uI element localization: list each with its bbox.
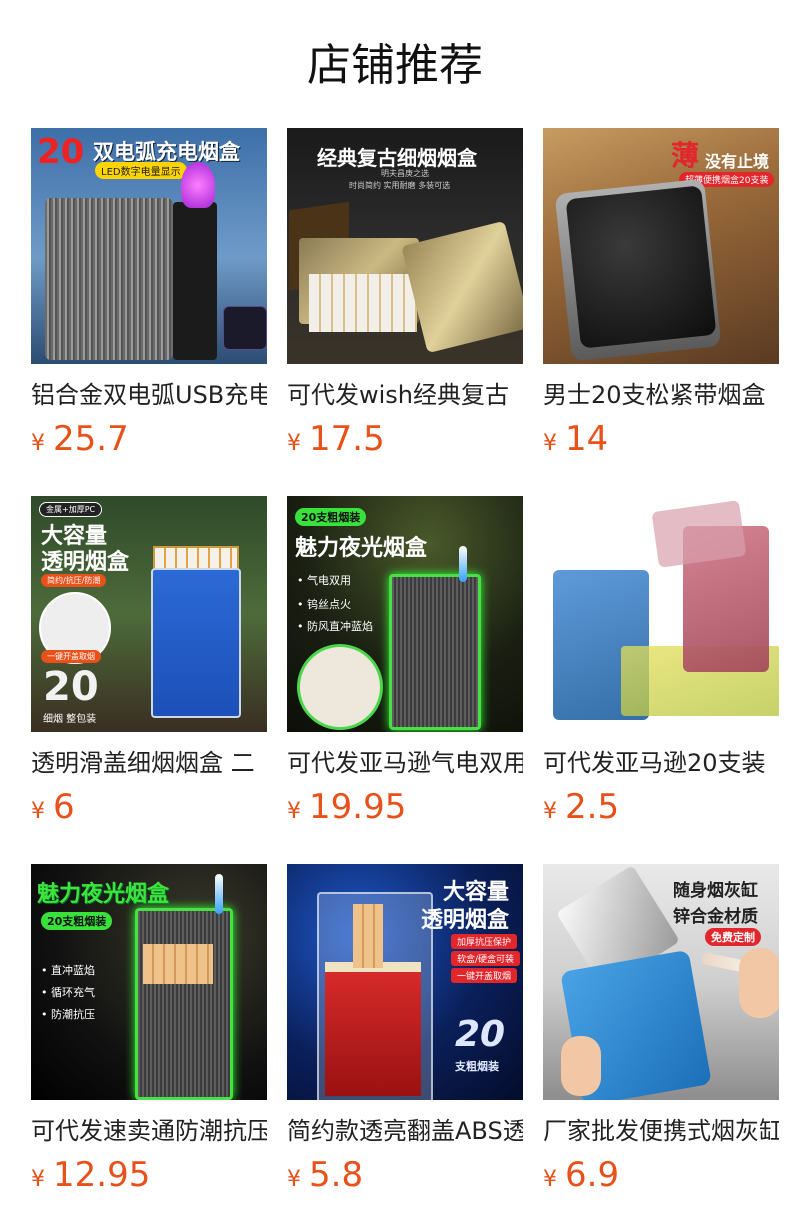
product-name[interactable]: 可代发亚马逊气电双用: [287, 746, 523, 780]
product-image[interactable]: 魅力夜光烟盒 20支粗烟装 • 直冲蓝焰 • 循环充气 • 防潮抗压: [31, 864, 267, 1100]
product-price: ¥5.8: [287, 1155, 364, 1195]
product-name[interactable]: 可代发亚马逊20支装: [543, 746, 779, 780]
product-card[interactable]: 20 双电弧充电烟盒 LED数字电量显示 铝合金双电弧USB充电 ¥25.7: [31, 128, 267, 468]
product-name[interactable]: 透明滑盖细烟烟盒 二: [31, 746, 267, 780]
product-name[interactable]: 铝合金双电弧USB充电: [31, 378, 267, 412]
product-price: ¥19.95: [287, 787, 407, 827]
product-card[interactable]: 魅力夜光烟盒 20支粗烟装 • 直冲蓝焰 • 循环充气 • 防潮抗压 可代发速卖…: [31, 864, 267, 1204]
product-image[interactable]: 薄 没有止境 超薄便携烟盒20支装: [543, 128, 779, 364]
product-name[interactable]: 男士20支松紧带烟盒: [543, 378, 779, 412]
product-name[interactable]: 可代发wish经典复古: [287, 378, 523, 412]
product-price: ¥2.5: [543, 787, 620, 827]
product-card[interactable]: 经典复古细烟烟盒 明夫昌庚之选 时尚简约 实用耐磨 多装可选 可代发wish经典…: [287, 128, 523, 468]
product-card[interactable]: 可代发亚马逊20支装 ¥2.5: [543, 496, 779, 836]
product-card[interactable]: 随身烟灰缸 锌合金材质 免费定制 厂家批发便携式烟灰缸 ¥6.9: [543, 864, 779, 1204]
product-card[interactable]: 大容量 透明烟盒 加厚抗压保护 软盒/硬盒可装 一键开盖取烟 20 支粗烟装 简…: [287, 864, 523, 1204]
product-image[interactable]: [543, 496, 779, 732]
product-price: ¥6: [31, 787, 75, 827]
page-title: 店铺推荐: [307, 40, 483, 91]
product-price: ¥6.9: [543, 1155, 620, 1195]
product-price: ¥17.5: [287, 419, 385, 459]
product-name[interactable]: 厂家批发便携式烟灰缸: [543, 1114, 779, 1148]
product-image[interactable]: 金属+加厚PC 大容量 透明烟盒 简约/抗压/防潮 一键开盖取烟 20 细烟 整…: [31, 496, 267, 732]
product-image[interactable]: 随身烟灰缸 锌合金材质 免费定制: [543, 864, 779, 1100]
product-name[interactable]: 可代发速卖通防潮抗压: [31, 1114, 267, 1148]
product-image[interactable]: 经典复古细烟烟盒 明夫昌庚之选 时尚简约 实用耐磨 多装可选: [287, 128, 523, 364]
product-image[interactable]: 大容量 透明烟盒 加厚抗压保护 软盒/硬盒可装 一键开盖取烟 20 支粗烟装: [287, 864, 523, 1100]
product-price: ¥12.95: [31, 1155, 151, 1195]
product-card[interactable]: 20支粗烟装 魅力夜光烟盒 • 气电双用 • 钨丝点火 • 防风直冲蓝焰 可代发…: [287, 496, 523, 836]
product-name[interactable]: 简约款透亮翻盖ABS透明: [287, 1114, 523, 1148]
product-image[interactable]: 20支粗烟装 魅力夜光烟盒 • 气电双用 • 钨丝点火 • 防风直冲蓝焰: [287, 496, 523, 732]
product-card[interactable]: 金属+加厚PC 大容量 透明烟盒 简约/抗压/防潮 一键开盖取烟 20 细烟 整…: [31, 496, 267, 836]
product-image[interactable]: 20 双电弧充电烟盒 LED数字电量显示: [31, 128, 267, 364]
product-price: ¥14: [543, 419, 609, 459]
product-price: ¥25.7: [31, 419, 129, 459]
product-card[interactable]: 薄 没有止境 超薄便携烟盒20支装 男士20支松紧带烟盒 ¥14: [543, 128, 779, 468]
